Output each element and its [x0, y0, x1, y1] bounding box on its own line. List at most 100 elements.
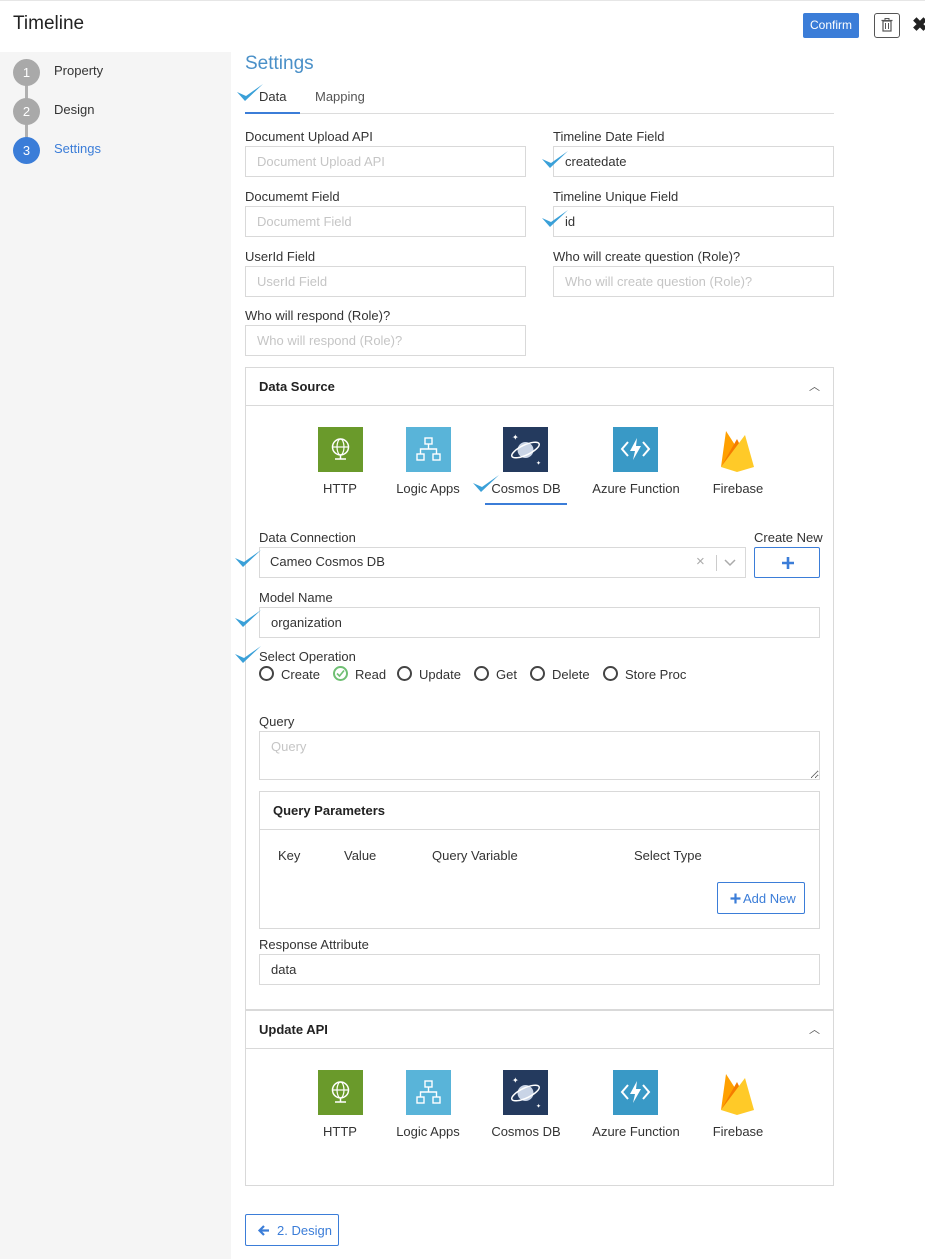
azure-function-source-label[interactable]: Azure Function	[581, 1124, 691, 1139]
check-icon	[336, 669, 345, 678]
azure-function-source-label[interactable]: Azure Function	[581, 481, 691, 496]
azure-function-source[interactable]	[613, 1070, 658, 1115]
azure-function-source[interactable]	[613, 427, 658, 472]
delete-button[interactable]	[874, 13, 900, 38]
data-source-header[interactable]: Data Source ︿	[246, 368, 833, 406]
response-attribute-label: Response Attribute	[259, 937, 369, 952]
svg-text:✦: ✦	[536, 460, 541, 467]
step-1-label[interactable]: Property	[54, 63, 103, 78]
model-name-input[interactable]	[259, 607, 820, 638]
radio-read[interactable]	[333, 666, 348, 681]
column-query-variable: Query Variable	[432, 848, 518, 863]
timeline-unique-field-label: Timeline Unique Field	[553, 189, 679, 204]
radio-update-label[interactable]: Update	[419, 667, 461, 682]
create-question-role-label: Who will create question (Role)?	[553, 249, 741, 264]
http-source[interactable]	[318, 427, 363, 472]
userid-field-label: UserId Field	[245, 249, 316, 264]
cosmos-db-source-label[interactable]: Cosmos DB	[471, 1124, 581, 1139]
confirm-button[interactable]: Confirm	[803, 13, 859, 38]
data-connection-value: Cameo Cosmos DB	[270, 554, 385, 569]
add-new-button[interactable]: Add New	[717, 882, 805, 914]
firebase-source-label[interactable]: Firebase	[683, 481, 793, 496]
create-new-button[interactable]	[754, 547, 820, 578]
cosmos-db-icon: ✦✦	[510, 433, 541, 467]
firebase-icon	[721, 431, 754, 472]
step-2-circle[interactable]: 2	[13, 98, 40, 125]
select-divider	[716, 555, 717, 571]
firebase-source-label[interactable]: Firebase	[683, 1124, 793, 1139]
svg-text:✦: ✦	[512, 433, 519, 442]
documemt-field-label: Documemt Field	[245, 189, 340, 204]
svg-text:✦: ✦	[512, 1076, 519, 1085]
step-1-circle[interactable]: 1	[13, 59, 40, 86]
cosmos-db-source[interactable]: ✦ ✦	[503, 1070, 548, 1115]
radio-delete-label[interactable]: Delete	[552, 667, 590, 682]
back-design-button[interactable]: 2. Design	[245, 1214, 339, 1246]
azure-function-icon	[620, 438, 651, 460]
selected-source-indicator	[485, 503, 567, 505]
step-2-label[interactable]: Design	[54, 102, 94, 117]
svg-text:✦: ✦	[536, 1103, 541, 1110]
data-connection-select[interactable]: Cameo Cosmos DB ×	[259, 547, 746, 578]
logic-apps-source-label[interactable]: Logic Apps	[373, 481, 483, 496]
timeline-date-field-input[interactable]	[553, 146, 834, 177]
document-upload-api-input[interactable]	[245, 146, 526, 177]
chevron-up-icon[interactable]: ︿	[809, 1021, 820, 1037]
chevron-down-icon[interactable]	[724, 558, 736, 568]
query-parameters-title: Query Parameters	[273, 803, 386, 818]
logic-apps-source-label[interactable]: Logic Apps	[373, 1124, 483, 1139]
respond-role-label: Who will respond (Role)?	[245, 308, 391, 323]
check-mark-icon	[235, 550, 261, 567]
back-design-label: 2. Design	[277, 1223, 332, 1238]
data-connection-label: Data Connection	[259, 530, 356, 545]
userid-field-input[interactable]	[245, 266, 526, 297]
step-3-label[interactable]: Settings	[54, 141, 101, 156]
firebase-icon	[721, 1074, 754, 1115]
radio-delete[interactable]	[530, 666, 545, 681]
http-source[interactable]	[318, 1070, 363, 1115]
logic-apps-icon	[416, 1080, 441, 1104]
timeline-date-field-label: Timeline Date Field	[553, 129, 665, 144]
arrow-left-icon	[257, 1225, 269, 1236]
cosmos-db-icon: ✦✦	[510, 1076, 541, 1110]
model-name-label: Model Name	[259, 590, 333, 605]
firebase-source[interactable]	[715, 427, 760, 472]
radio-read-label[interactable]: Read	[355, 667, 386, 682]
column-key: Key	[278, 848, 301, 863]
page-title: Timeline	[13, 13, 85, 34]
radio-create-label[interactable]: Create	[281, 667, 320, 682]
section-heading: Settings	[245, 53, 314, 74]
radio-store-proc[interactable]	[603, 666, 618, 681]
tab-mapping[interactable]: Mapping	[315, 89, 365, 104]
add-new-label: Add New	[743, 891, 796, 906]
update-api-header[interactable]: Update API ︿	[246, 1011, 833, 1049]
cosmos-db-source[interactable]: ✦ ✦	[503, 427, 548, 472]
respond-role-input[interactable]	[245, 325, 526, 356]
tab-data[interactable]: Data	[259, 89, 286, 104]
response-attribute-input[interactable]	[259, 954, 820, 985]
plus-icon	[782, 557, 794, 569]
radio-store-proc-label[interactable]: Store Proc	[625, 667, 686, 682]
chevron-up-icon[interactable]: ︿	[809, 378, 820, 394]
column-value: Value	[344, 848, 377, 863]
clear-icon[interactable]: ×	[696, 553, 705, 570]
radio-update[interactable]	[397, 666, 412, 681]
close-icon[interactable]: ✖	[912, 14, 925, 37]
radio-get[interactable]	[474, 666, 489, 681]
radio-get-label[interactable]: Get	[496, 667, 517, 682]
step-3-circle[interactable]: 3	[13, 137, 40, 164]
timeline-unique-field-input[interactable]	[553, 206, 834, 237]
trash-icon	[881, 18, 893, 32]
query-label: Query	[259, 714, 295, 729]
logic-apps-icon	[416, 437, 441, 461]
query-textarea[interactable]	[259, 731, 820, 780]
create-question-role-input[interactable]	[553, 266, 834, 297]
radio-create[interactable]	[259, 666, 274, 681]
header: Timeline Confirm ✖	[0, 0, 925, 50]
firebase-source[interactable]	[715, 1070, 760, 1115]
query-parameters-header: Query Parameters	[260, 792, 819, 830]
logic-apps-source[interactable]	[406, 1070, 451, 1115]
documemt-field-input[interactable]	[245, 206, 526, 237]
logic-apps-source[interactable]	[406, 427, 451, 472]
query-parameters-panel: Query Parameters Key Value Query Variabl…	[259, 791, 820, 929]
